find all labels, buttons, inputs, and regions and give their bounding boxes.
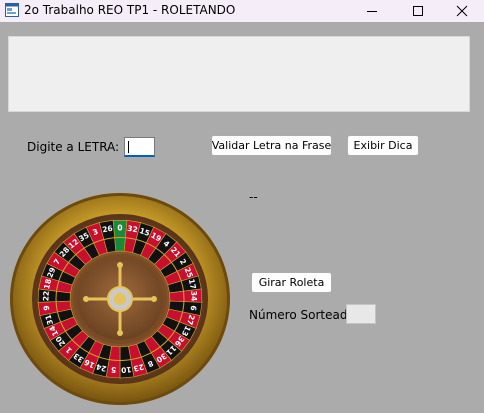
pocket-number-label: 26 bbox=[102, 224, 114, 235]
pocket-number-label: 22 bbox=[41, 291, 50, 302]
spin-roulette-button[interactable]: Girar Roleta bbox=[251, 272, 332, 293]
pocket-number-label: 10 bbox=[121, 365, 132, 375]
pocket-number-label: 5 bbox=[111, 365, 117, 374]
show-hint-button[interactable]: Exibir Dica bbox=[347, 135, 419, 156]
letter-label: Digite a LETRA: bbox=[27, 140, 120, 154]
minimize-button[interactable] bbox=[349, 0, 395, 22]
pocket-number-label: 32 bbox=[127, 224, 139, 235]
app-form-icon bbox=[5, 3, 19, 17]
close-icon bbox=[456, 5, 468, 17]
drawn-number-field bbox=[346, 304, 376, 324]
close-button[interactable] bbox=[439, 0, 484, 22]
letter-input[interactable] bbox=[124, 137, 155, 157]
maximize-button[interactable] bbox=[395, 0, 441, 22]
pocket-number-label: 0 bbox=[117, 224, 122, 233]
minimize-icon bbox=[367, 11, 377, 12]
title-bar[interactable]: 2o Trabalho REO TP1 - ROLETANDO bbox=[0, 0, 484, 22]
drawn-number-label: Número Sorteado: bbox=[249, 308, 359, 322]
text-caret bbox=[128, 141, 129, 153]
maximize-icon bbox=[413, 6, 423, 16]
window-title: 2o Trabalho REO TP1 - ROLETANDO bbox=[24, 3, 236, 17]
pocket-number-label: 34 bbox=[189, 291, 198, 302]
phrase-display bbox=[8, 36, 470, 112]
roulette-wheel-image: 0 32 1519421225173462713361130823105241633… bbox=[10, 193, 230, 405]
hint-label: -- bbox=[249, 190, 258, 204]
validate-letter-button[interactable]: Validar Letra na Frase bbox=[211, 135, 332, 156]
